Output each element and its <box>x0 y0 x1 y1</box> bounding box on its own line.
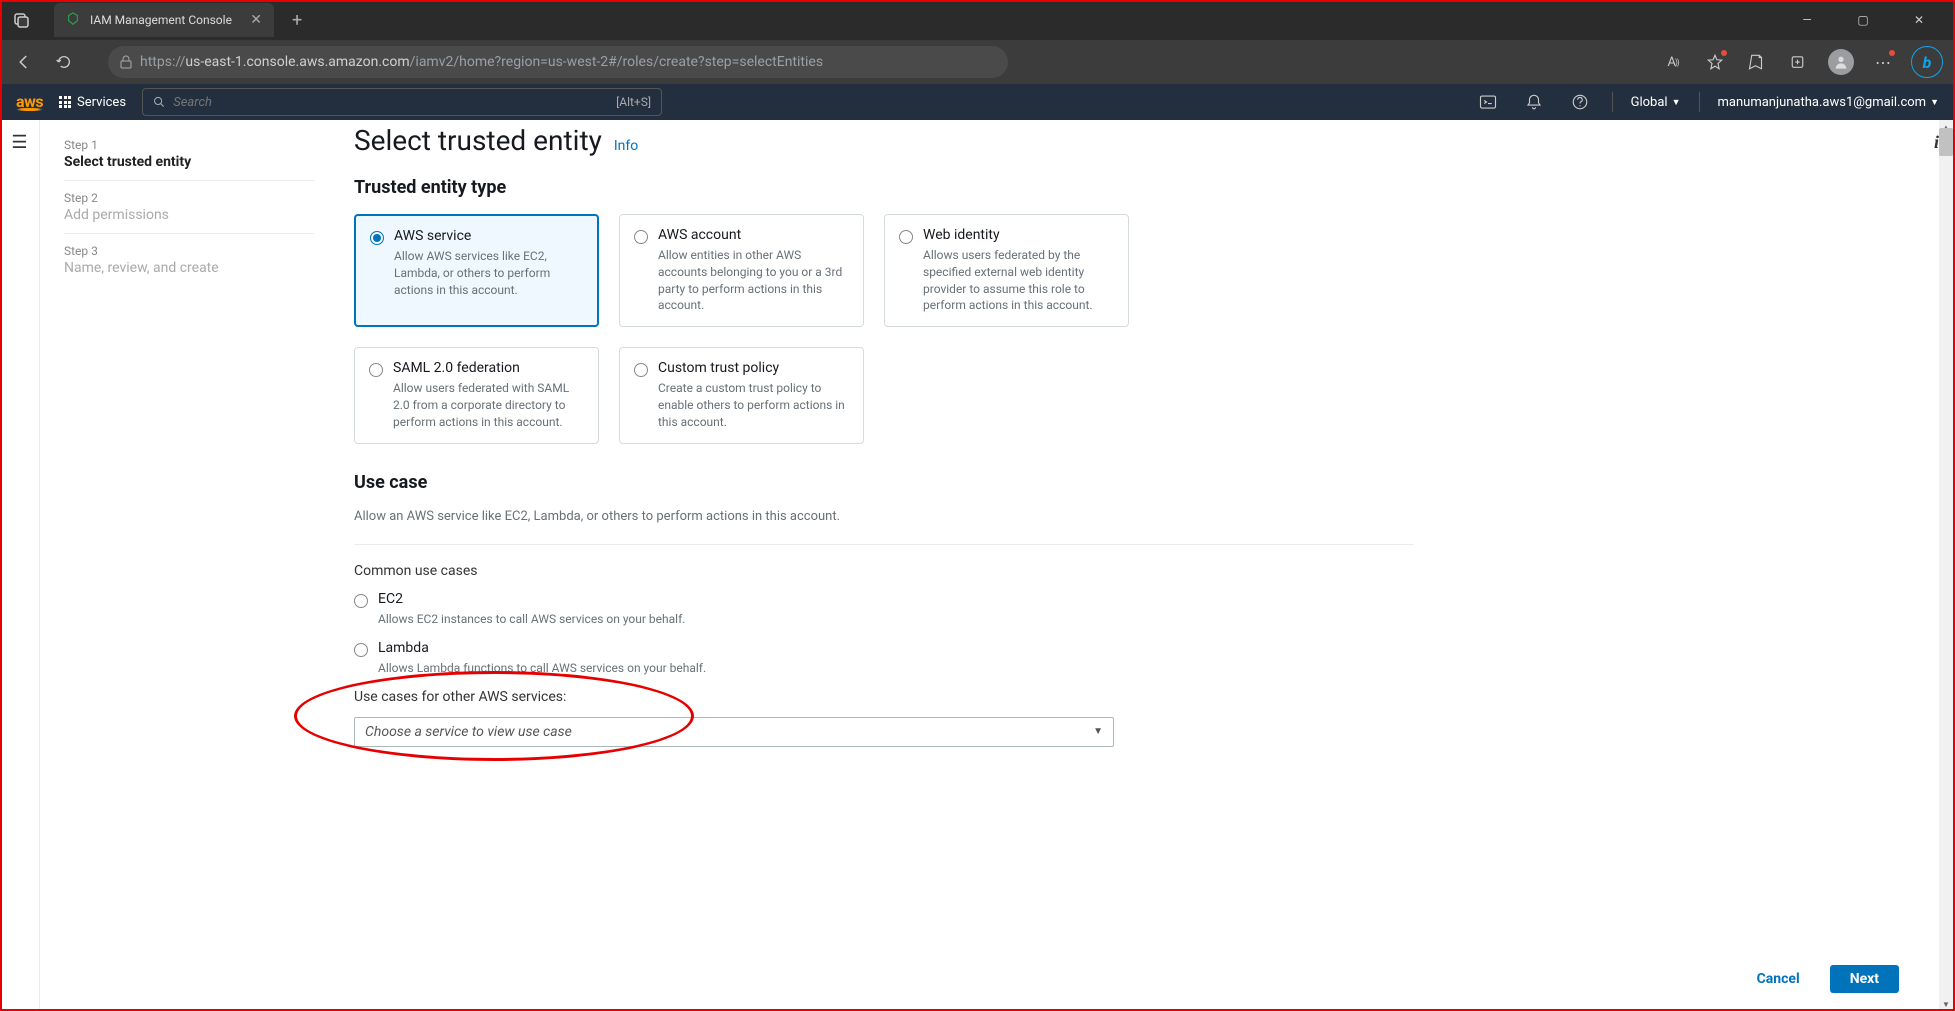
radio-icon <box>369 363 383 377</box>
cancel-button[interactable]: Cancel <box>1737 965 1820 993</box>
back-button[interactable] <box>8 46 40 78</box>
grid-icon <box>59 96 71 108</box>
entity-aws-account[interactable]: AWS account Allow entities in other AWS … <box>619 214 864 327</box>
minimize-button[interactable]: — <box>1787 13 1827 27</box>
more-icon[interactable]: ⋯ <box>1869 48 1897 76</box>
lock-icon <box>120 55 132 69</box>
tab-title: IAM Management Console <box>90 13 242 27</box>
content-area: ☰ i Step 1 Select trusted entity Step 2 … <box>0 120 1955 1011</box>
browser-toolbar: https://us-east-1.console.aws.amazon.com… <box>0 40 1955 84</box>
refresh-button[interactable] <box>48 46 80 78</box>
radio-icon <box>370 231 384 245</box>
radio-icon <box>634 230 648 244</box>
next-button[interactable]: Next <box>1830 965 1899 993</box>
region-selector[interactable]: Global ▼ <box>1631 95 1681 110</box>
page-title: Select trusted entity <box>354 124 602 157</box>
bing-icon[interactable]: b <box>1911 46 1943 78</box>
usecase-lambda[interactable]: Lambda Allows Lambda functions to call A… <box>354 640 1414 675</box>
aws-logo[interactable]: aws <box>16 94 43 111</box>
wizard-step-2: Step 2 Add permissions <box>64 181 314 234</box>
radio-icon <box>354 643 368 657</box>
chevron-down-icon: ▼ <box>1093 726 1103 737</box>
cloudshell-icon[interactable] <box>1474 88 1502 116</box>
scrollbar-track[interactable] <box>1939 120 1953 1011</box>
console-search-input[interactable] <box>173 95 608 110</box>
browser-tab[interactable]: IAM Management Console ✕ <box>54 3 274 37</box>
collections-icon[interactable] <box>1785 48 1813 76</box>
annotation-highlight <box>294 671 694 761</box>
service-select[interactable]: Choose a service to view use case ▼ <box>354 717 1114 747</box>
notifications-icon[interactable] <box>1520 88 1548 116</box>
url-text: https://us-east-1.console.aws.amazon.com… <box>140 54 823 70</box>
maximize-button[interactable]: ▢ <box>1843 13 1883 27</box>
wizard-steps: Step 1 Select trusted entity Step 2 Add … <box>64 120 314 1011</box>
use-case-heading: Use case <box>354 472 1414 493</box>
read-aloud-icon[interactable]: A)) <box>1659 48 1687 76</box>
scrollbar-thumb[interactable] <box>1939 128 1953 156</box>
footer-buttons: Cancel Next <box>1737 965 1899 993</box>
radio-icon <box>899 230 913 244</box>
wizard-step-3: Step 3 Name, review, and create <box>64 234 314 286</box>
radio-icon <box>354 594 368 608</box>
tab-actions-icon[interactable] <box>8 6 36 34</box>
new-tab-button[interactable]: + <box>292 10 302 31</box>
help-icon[interactable] <box>1566 88 1594 116</box>
close-tab-icon[interactable]: ✕ <box>250 12 262 28</box>
scroll-down-icon[interactable]: ▼ <box>1939 997 1953 1011</box>
other-services-label: Use cases for other AWS services: <box>354 689 1414 705</box>
aws-console-header: aws Services [Alt+S] Global ▼ manumanjun… <box>0 84 1955 120</box>
search-icon <box>153 95 165 109</box>
close-window-button[interactable]: ✕ <box>1899 13 1939 27</box>
profile-icon[interactable] <box>1827 48 1855 76</box>
favorite-icon[interactable] <box>1701 48 1729 76</box>
account-menu[interactable]: manumanjunatha.aws1@gmail.com ▼ <box>1718 95 1940 110</box>
chevron-down-icon: ▼ <box>1672 97 1681 108</box>
search-shortcut: [Alt+S] <box>616 95 651 109</box>
radio-icon <box>634 363 648 377</box>
entity-web-identity[interactable]: Web identity Allows users federated by t… <box>884 214 1129 327</box>
favorites-list-icon[interactable] <box>1743 48 1771 76</box>
common-use-cases-label: Common use cases <box>354 563 1414 579</box>
divider <box>354 544 1414 545</box>
address-bar[interactable]: https://us-east-1.console.aws.amazon.com… <box>108 46 1008 78</box>
use-case-description: Allow an AWS service like EC2, Lambda, o… <box>354 509 1414 524</box>
chevron-down-icon: ▼ <box>1930 97 1939 108</box>
form-area: Select trusted entity Info Trusted entit… <box>354 120 1414 1011</box>
info-link[interactable]: Info <box>614 138 638 154</box>
services-label: Services <box>77 95 126 110</box>
entity-custom-policy[interactable]: Custom trust policy Create a custom trus… <box>619 347 864 443</box>
trusted-entity-heading: Trusted entity type <box>354 177 1414 198</box>
entity-saml[interactable]: SAML 2.0 federation Allow users federate… <box>354 347 599 443</box>
aws-favicon-icon <box>66 12 82 28</box>
left-rail: ☰ <box>0 120 40 1011</box>
browser-titlebar: IAM Management Console ✕ + — ▢ ✕ <box>0 0 1955 40</box>
browser-chrome: IAM Management Console ✕ + — ▢ ✕ https:/… <box>0 0 1955 84</box>
entity-aws-service[interactable]: AWS service Allow AWS services like EC2,… <box>354 214 599 327</box>
console-search-box[interactable]: [Alt+S] <box>142 88 662 116</box>
services-menu-button[interactable]: Services <box>59 95 126 110</box>
wizard-step-1[interactable]: Step 1 Select trusted entity <box>64 128 314 181</box>
usecase-ec2[interactable]: EC2 Allows EC2 instances to call AWS ser… <box>354 591 1414 626</box>
hamburger-menu-icon[interactable]: ☰ <box>11 132 27 1011</box>
